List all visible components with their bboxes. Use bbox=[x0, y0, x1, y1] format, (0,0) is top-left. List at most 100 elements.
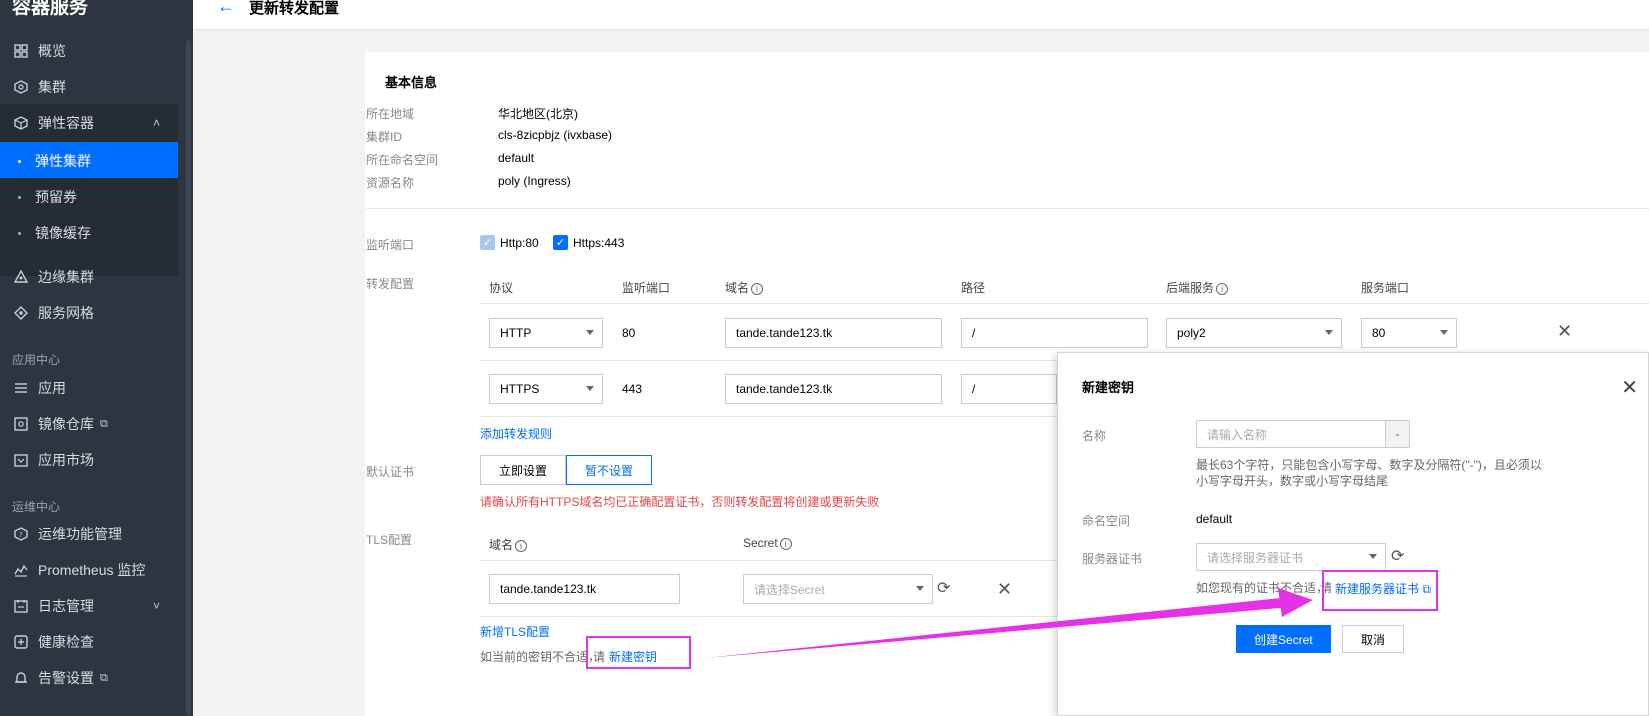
col-listen-port: 监听端口 bbox=[622, 281, 671, 295]
col-backend: 后端服务 i bbox=[1166, 279, 1229, 296]
sidebar-scrollbar[interactable] bbox=[186, 40, 191, 716]
sidebar-item-label: 边缘集群 bbox=[38, 269, 94, 285]
cert-warning: 请确认所有HTTPS域名均已正确配置证书，否则转发配置将创建或更新失败 bbox=[480, 495, 880, 509]
listen-port-value: 80 bbox=[622, 326, 636, 340]
sidebar-item-edge-cluster[interactable]: 边缘集群 bbox=[0, 258, 178, 296]
sidebar-item-label: 弹性容器 bbox=[38, 115, 94, 131]
resource-name-label: 资源名称 bbox=[366, 176, 415, 190]
chevron-down-icon: ˅ bbox=[152, 599, 160, 613]
back-arrow-icon[interactable]: ← bbox=[217, 0, 235, 17]
region-value: 华北地区(北京) bbox=[498, 107, 578, 121]
close-icon[interactable]: ✕ bbox=[1621, 375, 1638, 400]
sidebar-item-cluster[interactable]: 集群 bbox=[0, 68, 178, 106]
path-input[interactable]: / bbox=[961, 318, 1148, 348]
alarm-icon bbox=[14, 671, 28, 685]
row-divider bbox=[480, 416, 1058, 417]
checkmark-icon: ✓ bbox=[553, 235, 568, 250]
service-port-select[interactable]: 80 bbox=[1361, 318, 1457, 348]
refresh-icon[interactable]: ⟳ bbox=[1391, 546, 1404, 566]
name-placeholder: 请输入名称 bbox=[1207, 427, 1268, 442]
col-backend-text: 后端服务 bbox=[1166, 281, 1215, 295]
sidebar-item-image-repo[interactable]: 镜像仓库 ⧉ bbox=[0, 405, 178, 443]
sidebar-item-overview[interactable]: 概览 bbox=[0, 32, 178, 70]
section-label-app-center: 应用中心 bbox=[12, 353, 61, 367]
col-protocol: 协议 bbox=[489, 281, 514, 295]
region-label: 所在地域 bbox=[366, 107, 415, 121]
tls-row-divider bbox=[480, 616, 1058, 617]
sidebar-item-app[interactable]: 应用 bbox=[0, 369, 178, 407]
sidebar-item-label: 概览 bbox=[38, 43, 66, 59]
checkmark-icon: ✓ bbox=[480, 235, 495, 250]
cert-hint: 如您现有的证书不合适， bbox=[1196, 581, 1329, 595]
secret-placeholder: 请选择Secret bbox=[754, 582, 825, 597]
name-hint-line-2: 小写字母开头，数字或小写字母结尾 bbox=[1196, 474, 1389, 488]
add-forward-rule-link[interactable]: 添加转发规则 bbox=[480, 425, 552, 442]
http-port-checkbox[interactable]: ✓ Http:80 bbox=[480, 235, 539, 250]
log-icon bbox=[14, 599, 28, 613]
sidebar-item-log-manage[interactable]: 日志管理 ˅ bbox=[0, 587, 178, 625]
sidebar-item-label: 告警设置 bbox=[38, 670, 94, 686]
new-secret-dialog: 新建密钥 ✕ 名称 请输入名称 - 最长63个字符，只能包含小写字母、数字及分隔… bbox=[1057, 352, 1649, 716]
info-icon[interactable]: i bbox=[779, 537, 792, 550]
protocol-select[interactable]: HTTPS bbox=[489, 374, 603, 404]
delete-row-icon[interactable]: ✕ bbox=[1557, 321, 1572, 342]
tls-col-domain: 域名 i bbox=[489, 536, 528, 553]
basic-info-title: 基本信息 bbox=[385, 75, 438, 90]
sidebar-item-service-mesh[interactable]: 服务网格 bbox=[0, 294, 178, 332]
name-label: 名称 bbox=[1082, 429, 1107, 443]
section-divider bbox=[366, 208, 1649, 209]
tls-domain-input[interactable]: tande.tande123.tk bbox=[489, 574, 680, 604]
delete-tls-icon[interactable]: ✕ bbox=[997, 579, 1012, 600]
sidebar-item-reserved-coupon[interactable]: 预留券 bbox=[0, 178, 178, 216]
cert-option-group: 立即设置 暂不设置 bbox=[480, 455, 653, 485]
add-tls-link[interactable]: 新增TLS配置 bbox=[480, 623, 550, 640]
path-input[interactable]: / bbox=[961, 374, 1057, 404]
sidebar-item-elastic-container[interactable]: 弹性容器 ˄ bbox=[0, 104, 178, 142]
sidebar-item-image-cache[interactable]: 镜像缓存 bbox=[0, 214, 178, 252]
tls-col-secret-text: Secret bbox=[743, 536, 778, 550]
sidebar-item-app-market[interactable]: 应用市场 bbox=[0, 441, 178, 479]
image-repo-icon bbox=[14, 417, 28, 431]
page-header: ← 更新转发配置 bbox=[193, 0, 1649, 30]
refresh-icon[interactable]: ⟳ bbox=[937, 578, 950, 598]
cert-placeholder: 请选择服务器证书 bbox=[1207, 550, 1304, 565]
col-domain: 域名 i bbox=[725, 279, 764, 296]
health-icon bbox=[14, 635, 28, 649]
resource-name-value: poly (Ingress) bbox=[498, 174, 571, 188]
ops-icon: ? bbox=[14, 527, 28, 541]
backend-service-select[interactable]: poly2 bbox=[1166, 318, 1342, 348]
bullet-icon bbox=[18, 231, 21, 235]
https-port-checkbox[interactable]: ✓ Https:443 bbox=[553, 235, 624, 250]
sidebar-item-elastic-cluster[interactable]: 弹性集群 bbox=[0, 142, 178, 180]
tls-domain-value: tande.tande123.tk bbox=[500, 582, 597, 596]
cancel-button[interactable]: 取消 bbox=[1342, 625, 1405, 653]
server-cert-select[interactable]: 请选择服务器证书 bbox=[1196, 543, 1386, 571]
not-set-button[interactable]: 暂不设置 bbox=[566, 455, 653, 485]
sidebar-item-ops-manage[interactable]: ? 运维功能管理 bbox=[0, 515, 178, 553]
create-secret-button[interactable]: 创建Secret bbox=[1236, 625, 1331, 653]
secret-name-input[interactable]: 请输入名称 bbox=[1196, 420, 1386, 448]
domain-input[interactable]: tande.tande123.tk bbox=[725, 318, 942, 348]
domain-input[interactable]: tande.tande123.tk bbox=[725, 374, 942, 404]
page-title: 更新转发配置 bbox=[249, 0, 340, 17]
sidebar-item-label: 应用 bbox=[38, 380, 66, 396]
set-now-button[interactable]: 立即设置 bbox=[480, 455, 567, 485]
external-link-icon: ⧉ bbox=[100, 417, 108, 430]
domain-value: tande.tande123.tk bbox=[736, 326, 833, 340]
protocol-value: HTTP bbox=[500, 326, 532, 340]
info-icon[interactable]: i bbox=[1216, 282, 1229, 295]
prometheus-icon bbox=[14, 563, 28, 577]
sidebar-item-health-check[interactable]: 健康检查 bbox=[0, 623, 178, 661]
sidebar: 容器服务 概览 集群 弹性容器 ˄ 弹性集群 预留券 镜像缓存 边缘集群 服务网… bbox=[0, 0, 193, 716]
row-divider bbox=[480, 360, 1060, 361]
sidebar-item-prometheus[interactable]: Prometheus 监控 bbox=[0, 551, 178, 589]
chevron-down-icon bbox=[916, 586, 924, 591]
info-icon[interactable]: i bbox=[515, 539, 528, 552]
protocol-select[interactable]: HTTP bbox=[489, 318, 603, 348]
secret-select[interactable]: 请选择Secret bbox=[743, 574, 933, 604]
http-port-text: Http:80 bbox=[500, 235, 539, 250]
info-icon[interactable]: i bbox=[751, 282, 764, 295]
sidebar-item-alarm[interactable]: 告警设置 ⧉ bbox=[0, 659, 178, 697]
sidebar-item-label: 镜像仓库 bbox=[38, 416, 94, 432]
namespace-label: 所在命名空间 bbox=[366, 153, 439, 167]
